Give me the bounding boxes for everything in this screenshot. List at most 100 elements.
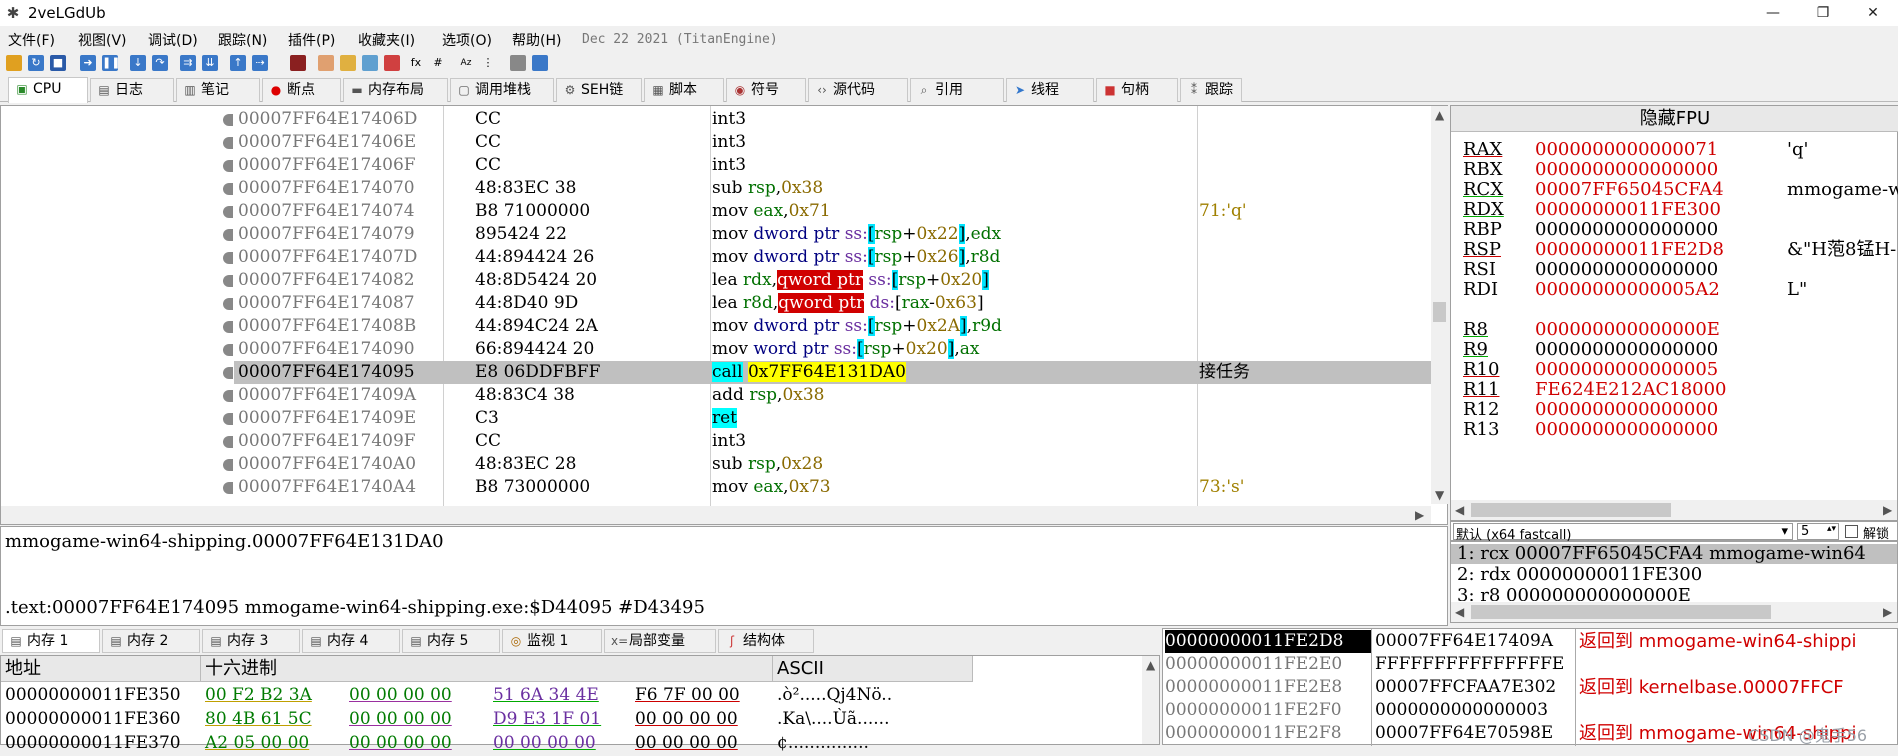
breakpoint-marker-icon[interactable] [223,252,233,264]
close-button[interactable]: ✕ [1850,0,1896,26]
memory-tab[interactable]: ▤ 内存 1 [2,629,100,653]
breakpoint-marker-icon[interactable] [223,436,233,448]
stack-value[interactable]: FFFFFFFFFFFFFFFE [1375,653,1564,676]
scroll-right-icon[interactable]: ▶ [1415,508,1424,522]
memory-dump-pane[interactable]: 地址 十六进制 ASCII 00000000011FE350 00 F2 B2 3… [0,655,1160,753]
breakpoint-marker-icon[interactable] [223,229,233,241]
tab-item[interactable]: ➤ 线程 [1006,78,1094,102]
disasm-row[interactable]: 00007FF64E174079 895424 22 mov dword ptr s… [223,223,1431,246]
scroll-left-icon[interactable]: ◀ [1455,605,1464,619]
menu-view[interactable]: 视图(V) [78,30,127,50]
disasm-row[interactable]: 00007FF64E17406E CC int3 [223,131,1431,154]
disasm-row[interactable]: 00007FF64E17409F CC int3 [223,430,1431,453]
scylla-icon[interactable] [290,55,306,71]
memory-tab[interactable]: ◎ 监视 1 [502,629,602,653]
stack-value[interactable]: 0000000000000003 [1375,699,1548,722]
dump-hex-group[interactable]: 51 6A 34 4E [493,683,599,708]
breakpoint-marker-icon[interactable] [223,160,233,172]
disasm-row[interactable]: 00007FF64E17406F CC int3 [223,154,1431,177]
breakpoint-marker-icon[interactable] [223,114,233,126]
menu-debug[interactable]: 调试(D) [148,30,198,50]
scroll-right-icon[interactable]: ▶ [1883,605,1892,619]
tab-item[interactable]: ▢ 调用堆栈 [450,78,554,102]
step-into-icon[interactable]: ↓ [130,55,146,71]
scroll-thumb[interactable] [1471,503,1671,517]
dump-row[interactable]: 00000000011FE350 00 F2 B2 3A 00 00 00 00 51… [1,683,1141,708]
dump-hex-group[interactable]: 00 00 00 00 [349,707,452,732]
dump-hex-group[interactable]: 00 00 00 00 [349,731,452,756]
stack-value[interactable]: 00007FFCFAA7E302 [1375,676,1556,699]
dump-hex-group[interactable]: F6 7F 00 00 [635,683,740,708]
hash-icon[interactable]: # [430,55,446,71]
comment-icon[interactable] [340,55,356,71]
stack-value[interactable]: 00007FF64E70598E [1375,722,1553,745]
disassembly-hscroll[interactable]: ▶ [1,506,1431,524]
minimize-button[interactable]: — [1750,0,1796,26]
stack-address[interactable]: 00000000011FE2E0 [1165,653,1371,676]
pause-icon[interactable]: ❚❚ [102,55,120,71]
tab-item[interactable]: ◉ 符号 [726,78,806,102]
tab-item[interactable]: ▥ 笔记 [176,78,260,102]
open-icon[interactable] [6,55,22,71]
scroll-down-icon[interactable]: ▼ [1435,488,1444,502]
disasm-row[interactable]: 00007FF64E174087 44:8D40 9D lea r8d,qword … [223,292,1431,315]
stop-icon[interactable]: ■ [50,55,66,71]
breakpoint-marker-icon[interactable] [223,137,233,149]
label-icon[interactable] [362,55,378,71]
breakpoint-marker-icon[interactable] [223,298,233,310]
menu-favourites[interactable]: 收藏夹(I) [358,30,415,50]
dump-hex-group[interactable]: D9 E3 1F 01 [493,707,601,732]
memory-tab[interactable]: x=局部变量 [604,629,716,653]
tab-item[interactable]: ‹› 源代码 [808,78,908,102]
stack-address[interactable]: 00000000011FE2D8 [1165,630,1371,653]
disasm-row[interactable]: 00007FF64E174074 B8 71000000 mov eax,0x71 7… [223,200,1431,223]
scroll-thumb[interactable] [1433,302,1446,322]
tab-item[interactable]: ▬ 内存布局 [343,78,448,102]
menu-trace[interactable]: 跟踪(N) [218,30,267,50]
scroll-up-icon[interactable]: ▲ [1435,108,1444,122]
breakpoint-marker-icon[interactable] [223,206,233,218]
breakpoint-marker-icon[interactable] [223,482,233,494]
call-convention-select[interactable]: 默认 (x64 fastcall) ▾ [1453,523,1793,543]
run-to-selection-icon[interactable]: ⇢ [252,55,268,71]
dump-row[interactable]: 00000000011FE370 A2 05 00 00 00 00 00 00 00… [1,731,1141,756]
disasm-row[interactable]: 00007FF64E17407D 44:894424 26 mov dword pt… [223,246,1431,269]
dump-hex-group[interactable]: 00 00 00 00 [635,731,738,756]
bookmark-icon[interactable] [384,55,400,71]
menu-plugins[interactable]: 插件(P) [288,30,335,50]
stack-address[interactable]: 00000000011FE2F8 [1165,722,1371,745]
call-arg-1[interactable]: 1: rcx 00007FF65045CFA4 mmogame-win64 [1457,543,1866,564]
scroll-up-icon[interactable]: ▲ [1146,658,1155,672]
strings-icon[interactable]: ⋮ [480,55,496,71]
breakpoint-marker-icon[interactable] [223,183,233,195]
disasm-row[interactable]: 00007FF64E1740A4 B8 73000000 mov eax,0x73 7… [223,476,1431,499]
function-icon[interactable]: fx [408,55,424,71]
scroll-thumb[interactable] [1471,605,1771,619]
menu-options[interactable]: 选项(O) [442,30,492,50]
dump-hex-group[interactable]: 00 F2 B2 3A [205,683,312,708]
disasm-row[interactable]: 00007FF64E174095 E8 06DDFBFF call 0x7FF64E… [223,361,1431,384]
menu-help[interactable]: 帮助(H) [512,30,561,50]
font-icon[interactable]: Az [458,55,474,71]
disassembly-vscroll[interactable]: ▲ ▼ [1431,106,1448,504]
disasm-row[interactable]: 00007FF64E17409E C3 ret [223,407,1431,430]
disasm-row[interactable]: 00007FF64E17406D CC int3 [223,108,1431,131]
run-to-user-icon[interactable]: ↑ [230,55,246,71]
dump-hex-group[interactable]: 00 00 00 00 [493,731,596,756]
arg-count-spinner[interactable]: 5 ▴▾ [1797,523,1839,540]
hide-fpu-button[interactable]: 隐藏FPU [1451,106,1898,132]
tab-cpu[interactable]: ▣ CPU [8,77,88,103]
memory-tab[interactable]: ▤ 内存 3 [202,629,300,653]
globe-icon[interactable] [532,55,548,71]
memory-tab[interactable]: ▤ 内存 5 [402,629,500,653]
unlock-checkbox[interactable] [1845,525,1858,538]
dump-hex-group[interactable]: 80 4B 61 5C [205,707,312,732]
breakpoint-marker-icon[interactable] [223,321,233,333]
trace-over-icon[interactable]: ⇊ [202,55,218,71]
disasm-row[interactable]: 00007FF64E174090 66:894424 20 mov word ptr… [223,338,1431,361]
disasm-row[interactable]: 00007FF64E174082 48:8D5424 20 lea rdx,qwor… [223,269,1431,292]
call-arg-2[interactable]: 2: rdx 00000000011FE300 [1457,564,1702,585]
restart-icon[interactable]: ↻ [28,55,44,71]
dump-hex-group[interactable]: A2 05 00 00 [205,731,309,756]
dump-hex-group[interactable]: 00 00 00 00 [635,707,738,732]
